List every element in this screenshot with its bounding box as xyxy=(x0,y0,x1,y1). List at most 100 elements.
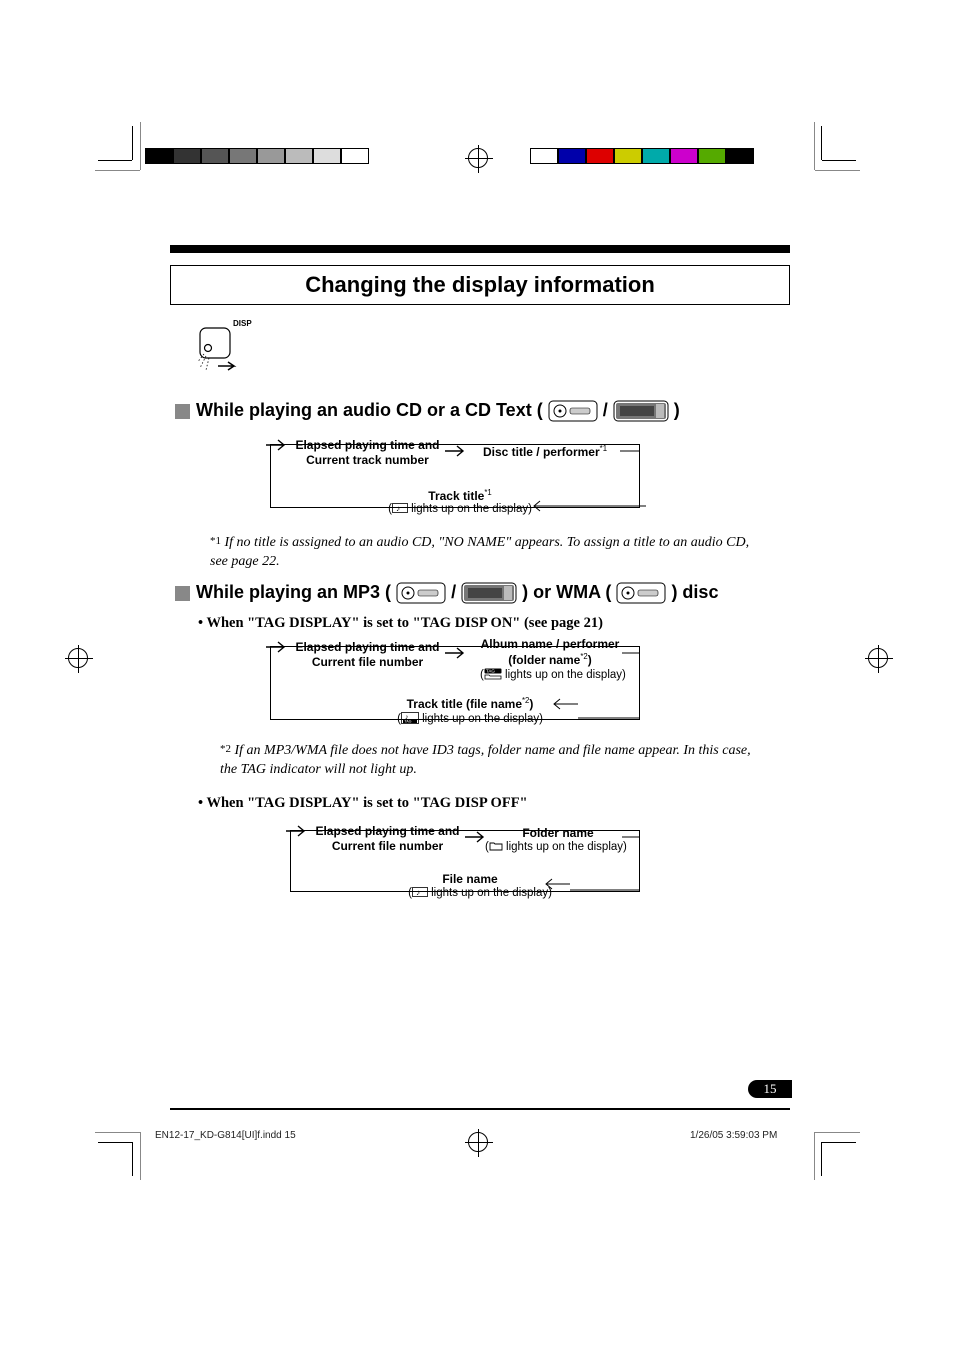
disp-label: DISP xyxy=(233,319,252,328)
arrow-icon xyxy=(445,646,469,660)
flow-diagram-mp3-on: Elapsed playing time andCurrent file num… xyxy=(270,634,650,734)
crop-mark xyxy=(98,1142,132,1143)
text: Elapsed playing time and xyxy=(295,640,439,654)
footer-timestamp: 1/26/05 3:59:03 PM xyxy=(690,1130,777,1141)
footnote: *1 If no title is assigned to an audio C… xyxy=(210,534,770,572)
heading-text: While playing an audio CD or a CD Text (… xyxy=(196,400,680,422)
flow-node: Elapsed playing time andCurrent file num… xyxy=(310,824,465,854)
line xyxy=(622,646,640,660)
footnote: *2 If an MP3/WMA file does not have ID3 … xyxy=(220,742,765,780)
color-bar xyxy=(145,148,369,164)
section-heading-mp3: While playing an MP3 ( / ) or WMA ( ) di… xyxy=(175,582,718,604)
registration-mark-icon xyxy=(68,648,88,668)
flow-diagram-cd: Elapsed playing time andCurrent track nu… xyxy=(270,432,650,522)
footnote-mark: *2 xyxy=(220,743,231,755)
crop-mark xyxy=(814,1132,815,1180)
cd-disc-icon xyxy=(396,582,446,604)
tag-folder-indicator-icon: TAG xyxy=(484,668,502,680)
cd-disc-icon xyxy=(616,582,666,604)
footer-filename: EN12-17_KD-G814[UI]f.indd 15 xyxy=(155,1130,296,1141)
flow-node: Disc title / performer*1 xyxy=(470,444,620,460)
sup: *1 xyxy=(484,488,491,497)
text: Current file number xyxy=(332,839,443,853)
divider xyxy=(170,245,790,253)
footnote-text: If no title is assigned to an audio CD, … xyxy=(210,535,749,569)
square-bullet-icon xyxy=(175,586,190,601)
arrow-icon xyxy=(445,444,469,458)
text: File name xyxy=(442,872,497,886)
arrow-icon xyxy=(266,438,290,452)
sub-bullet: • When "TAG DISPLAY" is set to "TAG DISP… xyxy=(198,795,528,812)
page: Changing the display information DISP Wh… xyxy=(0,0,954,1351)
flow-note: ( lights up on the display) xyxy=(485,840,645,854)
arrow-icon xyxy=(266,640,290,654)
text: lights up on the display) xyxy=(503,841,627,853)
sub-bullet: • When "TAG DISPLAY" is set to "TAG DISP… xyxy=(198,615,603,632)
text: Current file number xyxy=(312,655,423,669)
note-tag-indicator-icon: ♪TAG xyxy=(401,712,419,724)
text: Elapsed playing time and xyxy=(295,438,439,452)
note-indicator-icon: ♪ xyxy=(412,887,428,897)
arrow-line xyxy=(578,712,648,724)
crop-mark xyxy=(815,1132,860,1133)
cd-disc-icon xyxy=(548,400,598,422)
heading-suffix: ) xyxy=(674,400,680,420)
flow-note: (TAG lights up on the display) xyxy=(480,668,640,682)
note-indicator-icon: ♪ xyxy=(392,503,408,513)
heading-mid: ) or WMA ( xyxy=(522,582,611,602)
flow-node: Album name / performer (folder name*2) xyxy=(470,637,630,668)
flow-node: File name xyxy=(420,872,520,887)
flow-node: Folder name xyxy=(508,826,608,841)
sup: *2 xyxy=(580,652,587,661)
svg-text:♪: ♪ xyxy=(416,888,420,897)
crop-mark xyxy=(814,122,815,170)
disp-button-illustration: DISP xyxy=(198,318,253,366)
flow-diagram-mp3-off: Elapsed playing time andCurrent file num… xyxy=(290,818,650,908)
svg-text:♪: ♪ xyxy=(396,504,400,513)
crop-mark xyxy=(95,170,140,171)
heading-prefix: While playing an MP3 ( xyxy=(196,582,391,602)
text: lights up on the display) xyxy=(502,669,626,681)
text: Track title (file name xyxy=(407,697,522,711)
svg-text:TAG: TAG xyxy=(486,669,495,674)
text: ) xyxy=(529,697,533,711)
section-heading-cd: While playing an audio CD or a CD Text (… xyxy=(175,400,680,422)
cd-text-disc-icon xyxy=(613,400,669,422)
flow-note: (♪TAG lights up on the display) xyxy=(370,712,570,726)
text: Folder name xyxy=(522,826,593,840)
heading-suffix: ) disc xyxy=(671,582,718,602)
text: ) xyxy=(588,653,592,667)
flow-node: Track title (file name*2) xyxy=(380,696,560,712)
page-number: 15 xyxy=(748,1080,792,1098)
cd-text-disc-icon xyxy=(461,582,517,604)
crop-mark xyxy=(821,1142,822,1176)
footnote-text: If an MP3/WMA file does not have ID3 tag… xyxy=(220,743,751,777)
arrow-icon xyxy=(540,878,570,890)
folder-indicator-icon xyxy=(489,841,503,851)
text: (folder name xyxy=(508,653,580,667)
sup: *1 xyxy=(600,444,607,453)
text: lights up on the display) xyxy=(428,887,552,899)
text: Album name / performer xyxy=(481,637,620,651)
crop-mark xyxy=(821,126,822,160)
registration-mark-icon xyxy=(468,148,488,168)
crop-mark xyxy=(140,1132,141,1180)
text: Current track number xyxy=(306,453,429,467)
arrow-icon xyxy=(548,698,578,710)
text: Elapsed playing time and xyxy=(315,824,459,838)
color-bar xyxy=(530,148,754,164)
line xyxy=(622,830,640,844)
arrow-icon xyxy=(286,824,310,838)
section-title-box: Changing the display information xyxy=(170,265,790,305)
crop-mark xyxy=(132,1142,133,1176)
svg-text:TAG: TAG xyxy=(404,720,411,724)
line xyxy=(620,444,640,458)
text: Disc title / performer xyxy=(483,445,600,459)
heading-text: While playing an MP3 ( / ) or WMA ( ) di… xyxy=(196,582,718,604)
crop-mark xyxy=(98,160,132,161)
crop-mark xyxy=(140,122,141,170)
text: lights up on the display) xyxy=(408,503,532,515)
text: lights up on the display) xyxy=(419,713,543,725)
arrow-icon xyxy=(528,500,646,512)
crop-mark xyxy=(822,160,856,161)
